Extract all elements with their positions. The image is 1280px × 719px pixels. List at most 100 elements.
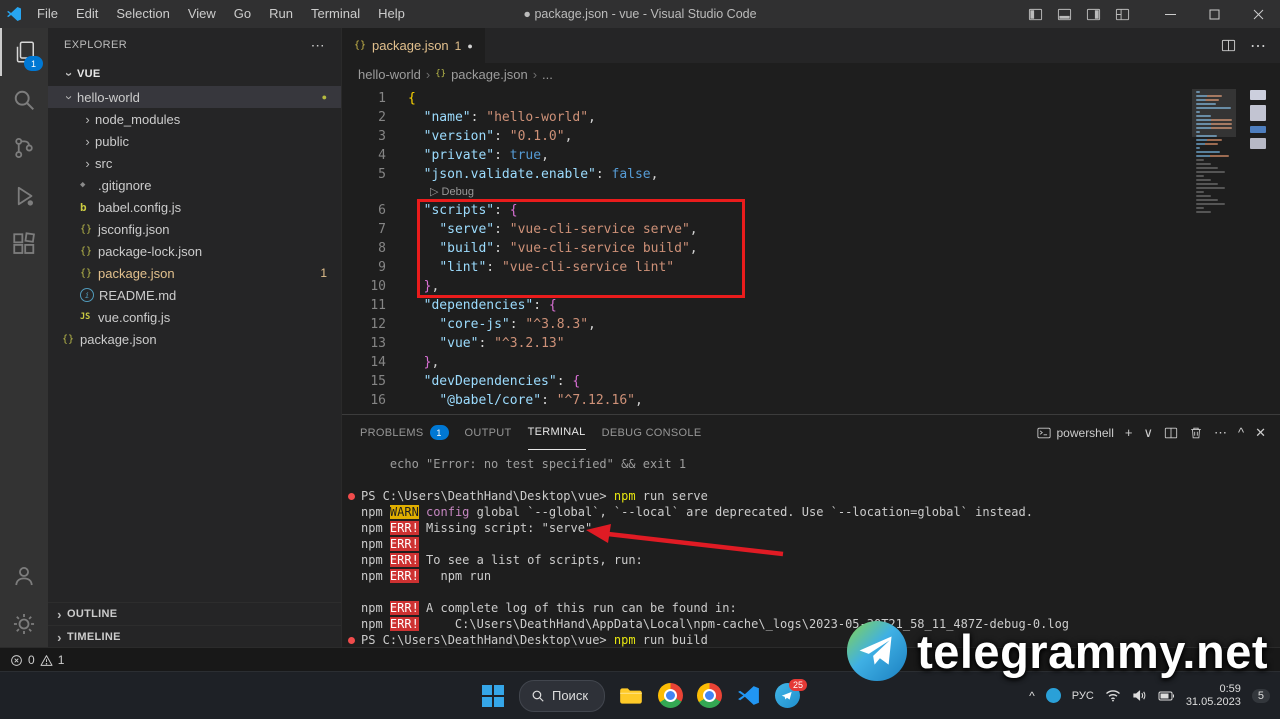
chevron-right-icon: › <box>85 111 90 127</box>
menu-view[interactable]: View <box>179 0 225 28</box>
bottom-panel: PROBLEMS 1 OUTPUT TERMINAL DEBUG CONSOLE pow… <box>342 414 1280 648</box>
breadcrumb-file[interactable]: package.json <box>451 67 528 82</box>
editor-more-actions-icon[interactable]: ⋯ <box>1250 36 1266 56</box>
code-segment: , <box>564 129 573 144</box>
minimize-button[interactable] <box>1148 0 1192 28</box>
file-package-lock.json[interactable]: {} package-lock.json <box>48 240 341 262</box>
battery-icon[interactable] <box>1158 691 1175 701</box>
clock[interactable]: 0:59 31.05.2023 <box>1186 683 1241 709</box>
code-editor[interactable]: 1{2 "name": "hello-world", 3 "version": "… <box>342 85 1280 415</box>
minimap-line <box>1196 174 1204 178</box>
line-number: 3 <box>378 129 386 144</box>
file-package.json[interactable]: {} package.json 1 <box>48 262 341 284</box>
maximize-panel-icon[interactable]: ^ <box>1238 425 1244 440</box>
folder-hello-world[interactable]: › hello-world ● <box>48 86 341 108</box>
menu-selection[interactable]: Selection <box>107 0 178 28</box>
tray-telegram-icon[interactable] <box>1045 688 1061 703</box>
code-segment: { <box>572 374 581 389</box>
terminal-instance[interactable]: powershell <box>1036 426 1114 440</box>
panel-more-actions-icon[interactable]: ⋯ <box>1214 425 1227 441</box>
panel-tab-problems[interactable]: PROBLEMS 1 <box>360 415 449 450</box>
timeline-section[interactable]: › TIMELINE <box>48 625 341 648</box>
dirty-indicator-icon[interactable]: ● <box>467 41 472 51</box>
line-number: 9 <box>378 260 386 275</box>
tab-package-json[interactable]: {} package.json 1 ● <box>342 28 486 63</box>
vscode-taskbar-icon[interactable] <box>735 683 761 709</box>
panel-tab-debug-console[interactable]: DEBUG CONSOLE <box>602 415 702 450</box>
menu-go[interactable]: Go <box>225 0 260 28</box>
problems-status[interactable]: 0 1 <box>0 653 64 667</box>
language-indicator[interactable]: РУС <box>1072 690 1094 702</box>
search-icon[interactable] <box>0 76 48 124</box>
accounts-icon[interactable] <box>0 552 48 600</box>
breadcrumb-symbol[interactable]: ... <box>542 67 553 82</box>
problems-count-badge: 1 <box>429 425 449 440</box>
toggle-secondary-sidebar-icon[interactable] <box>1086 7 1101 22</box>
menu-edit[interactable]: Edit <box>67 0 107 28</box>
maximize-button[interactable] <box>1192 0 1236 28</box>
extensions-icon[interactable] <box>0 220 48 268</box>
customize-layout-icon[interactable] <box>1115 7 1130 22</box>
code-line: 12 "core-js": "^3.8.3", <box>342 315 1280 334</box>
file-babel.config.js[interactable]: b babel.config.js <box>48 196 341 218</box>
file-package.json[interactable]: {} package.json <box>48 328 341 350</box>
tray-expand-icon[interactable]: ^ <box>1029 689 1035 703</box>
explorer-header: EXPLORER <box>64 39 128 51</box>
menu-file[interactable]: File <box>28 0 67 28</box>
terminal-output[interactable]: echo "Error: no test specified" && exit … <box>342 450 1280 648</box>
file-.gitignore[interactable]: ◆ .gitignore <box>48 174 341 196</box>
chrome-icon-2[interactable] <box>696 683 722 709</box>
panel-tab-label: TERMINAL <box>527 426 586 438</box>
explorer-icon[interactable]: 1 <box>0 28 48 76</box>
debug-codelens[interactable]: ▷ Debug <box>342 184 1280 201</box>
file-name: babel.config.js <box>98 199 182 215</box>
code-segment: : <box>494 203 510 218</box>
toggle-sidebar-icon[interactable] <box>1028 7 1043 22</box>
panel-tab-output[interactable]: OUTPUT <box>465 415 512 450</box>
wifi-icon[interactable] <box>1105 689 1121 702</box>
menu-run[interactable]: Run <box>260 0 302 28</box>
new-terminal-icon[interactable]: + <box>1125 425 1133 440</box>
file-jsconfig.json[interactable]: {} jsconfig.json <box>48 218 341 240</box>
menu-help[interactable]: Help <box>369 0 414 28</box>
kill-terminal-icon[interactable] <box>1189 426 1203 440</box>
folder-src[interactable]: › src <box>48 152 341 174</box>
folder-node_modules[interactable]: › node_modules <box>48 108 341 130</box>
breadcrumb-folder[interactable]: hello-world <box>358 67 421 82</box>
minimap[interactable] <box>1192 85 1236 415</box>
outline-section[interactable]: › OUTLINE <box>48 602 341 625</box>
toggle-panel-icon[interactable] <box>1057 7 1072 22</box>
file-vue.config.js[interactable]: JS vue.config.js <box>48 306 341 328</box>
minimap-line <box>1196 154 1229 158</box>
volume-icon[interactable] <box>1132 689 1147 702</box>
close-panel-icon[interactable]: ✕ <box>1255 425 1266 441</box>
taskbar-search[interactable]: Поиск <box>518 679 606 712</box>
minimap-slider[interactable] <box>1192 89 1236 137</box>
telegram-taskbar-icon[interactable]: 25 <box>774 678 808 709</box>
code-segment: "devDependencies" <box>423 374 557 389</box>
time-text: 0:59 <box>1219 682 1241 695</box>
folder-public[interactable]: › public <box>48 130 341 152</box>
terminal-segment: npm <box>613 489 636 503</box>
status-bar: 0 1 <box>0 647 1280 672</box>
menu-terminal[interactable]: Terminal <box>302 0 369 28</box>
terminal-segment: To see a list of scripts, run: <box>418 553 643 567</box>
terminal-dropdown-icon[interactable]: ∨ <box>1143 425 1153 441</box>
close-button[interactable] <box>1236 0 1280 28</box>
split-terminal-icon[interactable] <box>1164 426 1178 440</box>
explorer-more-actions-icon[interactable]: ⋯ <box>311 37 325 54</box>
split-editor-icon[interactable] <box>1221 38 1236 53</box>
panel-tab-terminal[interactable]: TERMINAL <box>527 415 586 450</box>
notification-count-badge[interactable]: 5 <box>1251 688 1270 703</box>
run-debug-icon[interactable] <box>0 172 48 220</box>
minimap-line <box>1196 170 1225 174</box>
file-README.md[interactable]: i README.md <box>48 284 341 306</box>
source-control-icon[interactable] <box>0 124 48 172</box>
windows-start-icon[interactable] <box>480 683 506 709</box>
code-text: }, <box>408 353 440 372</box>
settings-gear-icon[interactable] <box>0 600 48 648</box>
file-explorer-icon[interactable] <box>618 683 644 709</box>
workspace-section-vue[interactable]: › VUE <box>48 62 341 86</box>
chrome-icon[interactable] <box>657 683 683 709</box>
